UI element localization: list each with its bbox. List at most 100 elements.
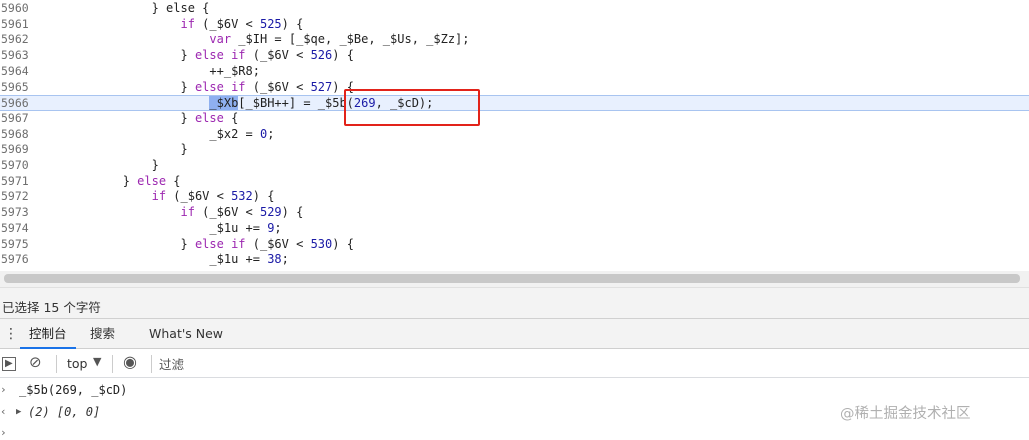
sidebar-toggle-icon[interactable]: ▶ bbox=[2, 357, 16, 371]
filter-input[interactable] bbox=[159, 354, 1019, 374]
editor-status-bar: 已选择 15 个字符 bbox=[0, 287, 1029, 319]
line-number[interactable]: 5967 bbox=[0, 111, 30, 127]
code-token: if bbox=[151, 189, 167, 204]
code-token: 527 bbox=[310, 79, 333, 94]
code-line[interactable]: 5964 ++_$R8; bbox=[0, 64, 1029, 80]
drawer-menu-icon[interactable]: ⋮ bbox=[4, 326, 18, 342]
code-line[interactable]: 5973 if (_$6V < 529) { bbox=[0, 205, 1029, 221]
code-text: var _$IH = [_$qe, _$Be, _$Us, _$Zz]; bbox=[36, 32, 469, 48]
line-number[interactable]: 5972 bbox=[0, 189, 30, 205]
selected-token: _$Xb bbox=[209, 96, 239, 111]
code-token: ) { bbox=[252, 189, 275, 204]
code-token: 525 bbox=[259, 16, 282, 31]
code-token: , _$cD); bbox=[375, 96, 434, 111]
code-token: } else { bbox=[36, 1, 210, 15]
scrollbar-thumb[interactable] bbox=[4, 274, 1020, 283]
code-token: if bbox=[180, 16, 195, 31]
code-line[interactable]: 5974 _$1u += 9; bbox=[0, 221, 1029, 237]
code-line[interactable]: 5962 var _$IH = [_$qe, _$Be, _$Us, _$Zz]… bbox=[0, 32, 1029, 48]
code-line[interactable]: 5963 } else if (_$6V < 526) { bbox=[0, 48, 1029, 64]
line-number[interactable]: 5962 bbox=[0, 32, 30, 48]
line-number[interactable]: 5964 bbox=[0, 64, 30, 80]
eye-icon[interactable]: ◉ bbox=[123, 352, 137, 371]
console-input-text: _$5b(269, _$cD) bbox=[19, 383, 128, 397]
code-text: _$1u += 9; bbox=[36, 220, 282, 237]
code-token: _$1u += bbox=[36, 220, 268, 235]
code-line[interactable]: 5960 } else { bbox=[0, 1, 1029, 17]
code-token: else bbox=[137, 173, 167, 188]
code-line[interactable]: 5976 _$1u += 38; bbox=[0, 252, 1029, 268]
code-editor[interactable]: 5960 } else {5961 if (_$6V < 525) {5962 … bbox=[0, 0, 1029, 271]
code-line[interactable]: 5969 } bbox=[0, 142, 1029, 158]
line-number[interactable]: 5961 bbox=[0, 17, 30, 33]
code-text: _$1u += 38; bbox=[36, 252, 288, 268]
code-token: { bbox=[166, 173, 181, 188]
code-line[interactable]: 5968 _$x2 = 0; bbox=[0, 127, 1029, 143]
code-line[interactable]: 5970 } bbox=[0, 158, 1029, 174]
line-number[interactable]: 5966 bbox=[0, 96, 30, 112]
code-token: else bbox=[194, 110, 224, 125]
tab-label: 控制台 bbox=[29, 326, 67, 341]
code-token: 526 bbox=[310, 48, 333, 63]
code-token: var bbox=[209, 32, 232, 47]
code-token: } bbox=[36, 158, 159, 172]
line-number[interactable]: 5968 bbox=[0, 127, 30, 143]
code-token: else if bbox=[194, 236, 246, 251]
code-token: else if bbox=[194, 48, 246, 63]
line-number[interactable]: 5973 bbox=[0, 205, 30, 221]
line-number[interactable]: 5976 bbox=[0, 252, 30, 268]
line-number[interactable]: 5974 bbox=[0, 221, 30, 237]
code-text: if (_$6V < 529) { bbox=[36, 205, 304, 221]
code-token: (_$6V < bbox=[194, 16, 260, 31]
code-text: } else if (_$6V < 526) { bbox=[36, 48, 353, 64]
code-token: ++_$R8; bbox=[36, 63, 260, 78]
code-text: if (_$6V < 525) { bbox=[36, 16, 304, 33]
line-number[interactable]: 5969 bbox=[0, 142, 30, 158]
code-line[interactable]: 5975 } else if (_$6V < 530) { bbox=[0, 237, 1029, 253]
code-token: if bbox=[180, 205, 195, 220]
code-token: 529 bbox=[259, 205, 282, 220]
code-token: else if bbox=[194, 79, 246, 94]
console-result-text[interactable]: (2) [0, 0] bbox=[28, 401, 100, 423]
code-line[interactable]: 5961 if (_$6V < 525) { bbox=[0, 17, 1029, 33]
line-number[interactable]: 5970 bbox=[0, 158, 30, 174]
code-text: } else { bbox=[36, 111, 238, 127]
code-token: } bbox=[36, 236, 195, 251]
code-token: ) { bbox=[281, 16, 304, 31]
code-text: ++_$R8; bbox=[36, 64, 260, 80]
result-arrow-icon: ‹ bbox=[0, 405, 7, 418]
code-token: } bbox=[36, 142, 188, 157]
drawer-tab-bar: ⋮ 控制台 搜索 What's New bbox=[0, 319, 1029, 349]
tab-search[interactable]: 搜索 bbox=[90, 319, 115, 349]
watermark: @稀土掘金技术社区 bbox=[840, 406, 971, 422]
line-number[interactable]: 5960 bbox=[0, 1, 30, 17]
code-token: _$1u += bbox=[36, 252, 268, 267]
code-line-current[interactable]: 5966 _$Xb[_$BH++] = _$5b(269, _$cD); bbox=[0, 95, 1029, 111]
code-token: [_$BH++] = _$5b( bbox=[238, 96, 354, 111]
code-token: ) { bbox=[332, 79, 354, 94]
toolbar-divider bbox=[56, 355, 57, 373]
tab-console[interactable]: 控制台 bbox=[20, 319, 76, 349]
code-line[interactable]: 5972 if (_$6V < 532) { bbox=[0, 189, 1029, 205]
expand-triangle-icon[interactable]: ▶ bbox=[16, 401, 21, 423]
code-line[interactable]: 5967 } else { bbox=[0, 111, 1029, 127]
clear-console-icon[interactable]: ⊘ bbox=[29, 353, 42, 371]
line-number[interactable]: 5965 bbox=[0, 80, 30, 96]
code-text: } bbox=[36, 142, 188, 158]
line-number[interactable]: 5971 bbox=[0, 174, 30, 190]
line-number[interactable]: 5963 bbox=[0, 48, 30, 64]
code-token: 269 bbox=[353, 96, 376, 111]
console-prompt-row[interactable]: › bbox=[0, 422, 1029, 440]
code-line[interactable]: 5971 } else { bbox=[0, 174, 1029, 190]
code-token: (_$6V < bbox=[245, 79, 311, 94]
line-number[interactable]: 5975 bbox=[0, 237, 30, 253]
tab-whats-new[interactable]: What's New bbox=[149, 319, 223, 349]
code-token: ; bbox=[274, 220, 282, 235]
code-line[interactable]: 5965 } else if (_$6V < 527) { bbox=[0, 80, 1029, 96]
context-selector[interactable]: top bbox=[67, 356, 87, 371]
chevron-down-icon[interactable]: ▼ bbox=[93, 355, 101, 368]
horizontal-scrollbar[interactable] bbox=[0, 271, 1029, 287]
code-text: _$Xb[_$BH++] = _$5b(269, _$cD); bbox=[36, 96, 433, 112]
